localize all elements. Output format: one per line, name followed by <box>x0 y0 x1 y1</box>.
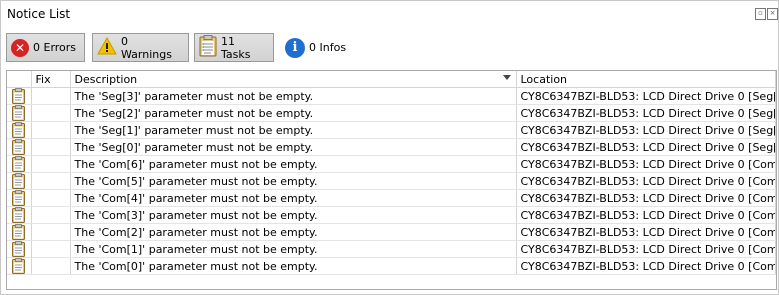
description-cell: The 'Seg[1]' parameter must not be empty… <box>70 121 517 139</box>
location-cell: CY8C6347BZI-BLD53: LCD Direct Drive 0 [C… <box>516 223 776 241</box>
fix-cell[interactable] <box>31 121 71 139</box>
description-cell: The 'Com[1]' parameter must not be empty… <box>70 240 517 258</box>
task-row-icon <box>7 240 32 258</box>
table-row[interactable]: The 'Seg[3]' parameter must not be empty… <box>7 87 776 105</box>
table-row[interactable]: The 'Com[3]' parameter must not be empty… <box>7 206 776 224</box>
fix-cell[interactable] <box>31 223 71 241</box>
column-header-description[interactable]: Description <box>70 71 517 88</box>
notice-list-panel: Notice List ▫ × ✕ 0 Errors 0 Warnings 11 … <box>0 0 779 295</box>
window-buttons: ▫ × <box>754 7 778 20</box>
description-cell: The 'Seg[2]' parameter must not be empty… <box>70 104 517 122</box>
description-cell: The 'Com[0]' parameter must not be empty… <box>70 257 517 275</box>
description-cell: The 'Com[4]' parameter must not be empty… <box>70 189 517 207</box>
task-row-icon <box>7 223 32 241</box>
task-row-icon <box>7 138 32 156</box>
location-cell: CY8C6347BZI-BLD53: LCD Direct Drive 0 [C… <box>516 257 776 275</box>
table-row[interactable]: The 'Com[2]' parameter must not be empty… <box>7 223 776 241</box>
task-row-icon <box>7 206 32 224</box>
table-row[interactable]: The 'Com[5]' parameter must not be empty… <box>7 172 776 190</box>
task-row-icon <box>7 155 32 173</box>
sort-descending-icon <box>502 75 511 80</box>
description-cell: The 'Com[3]' parameter must not be empty… <box>70 206 517 224</box>
location-cell: CY8C6347BZI-BLD53: LCD Direct Drive 0 [S… <box>516 121 776 139</box>
fix-cell[interactable] <box>31 138 71 156</box>
warnings-label: 0 Warnings <box>121 34 172 61</box>
table-header-row: Fix Description Location <box>7 71 776 88</box>
warning-icon <box>97 36 117 58</box>
fix-cell[interactable] <box>31 87 71 105</box>
notice-table: Fix Description Location The 'Seg[3]' pa… <box>6 70 777 290</box>
table-row[interactable]: The 'Com[0]' parameter must not be empty… <box>7 257 776 275</box>
column-header-type[interactable] <box>7 71 32 88</box>
table-row[interactable]: The 'Seg[2]' parameter must not be empty… <box>7 104 776 122</box>
task-row-icon <box>7 172 32 190</box>
column-header-location[interactable]: Location <box>516 71 776 88</box>
table-row[interactable]: The 'Com[6]' parameter must not be empty… <box>7 155 776 173</box>
location-cell: CY8C6347BZI-BLD53: LCD Direct Drive 0 [C… <box>516 240 776 258</box>
table-row[interactable]: The 'Seg[1]' parameter must not be empty… <box>7 121 776 139</box>
description-cell: The 'Com[5]' parameter must not be empty… <box>70 172 517 190</box>
location-cell: CY8C6347BZI-BLD53: LCD Direct Drive 0 [C… <box>516 206 776 224</box>
task-row-icon <box>7 257 32 275</box>
panel-title: Notice List <box>7 7 71 21</box>
description-cell: The 'Seg[3]' parameter must not be empty… <box>70 87 517 105</box>
description-cell: The 'Seg[0]' parameter must not be empty… <box>70 138 517 156</box>
task-icon <box>199 35 217 60</box>
restore-icon[interactable]: ▫ <box>755 8 766 20</box>
infos-filter-button[interactable]: i 0 Infos <box>280 33 360 62</box>
location-cell: CY8C6347BZI-BLD53: LCD Direct Drive 0 [C… <box>516 189 776 207</box>
location-cell: CY8C6347BZI-BLD53: LCD Direct Drive 0 [S… <box>516 104 776 122</box>
fix-cell[interactable] <box>31 257 71 275</box>
errors-filter-button[interactable]: ✕ 0 Errors <box>6 33 85 62</box>
task-row-icon <box>7 189 32 207</box>
location-cell: CY8C6347BZI-BLD53: LCD Direct Drive 0 [C… <box>516 172 776 190</box>
infos-label: 0 Infos <box>309 41 347 54</box>
table-row[interactable]: The 'Seg[0]' parameter must not be empty… <box>7 138 776 156</box>
table-row[interactable]: The 'Com[1]' parameter must not be empty… <box>7 240 776 258</box>
column-header-description-label: Description <box>74 72 138 86</box>
location-cell: CY8C6347BZI-BLD53: LCD Direct Drive 0 [S… <box>516 87 776 105</box>
fix-cell[interactable] <box>31 240 71 258</box>
errors-label: 0 Errors <box>33 41 77 54</box>
table-row[interactable]: The 'Com[4]' parameter must not be empty… <box>7 189 776 207</box>
fix-cell[interactable] <box>31 189 71 207</box>
filter-toolbar: ✕ 0 Errors 0 Warnings 11 Tasks i 0 Infos <box>1 29 778 65</box>
location-cell: CY8C6347BZI-BLD53: LCD Direct Drive 0 [S… <box>516 138 776 156</box>
panel-titlebar: Notice List ▫ × <box>1 1 778 26</box>
warnings-filter-button[interactable]: 0 Warnings <box>92 33 189 62</box>
column-header-fix[interactable]: Fix <box>31 71 71 88</box>
info-icon: i <box>285 37 305 58</box>
error-icon: ✕ <box>11 38 29 57</box>
fix-cell[interactable] <box>31 155 71 173</box>
description-cell: The 'Com[2]' parameter must not be empty… <box>70 223 517 241</box>
close-icon[interactable]: × <box>767 8 778 20</box>
task-row-icon <box>7 87 32 105</box>
tasks-label: 11 Tasks <box>221 34 251 61</box>
tasks-filter-button[interactable]: 11 Tasks <box>194 33 274 62</box>
fix-cell[interactable] <box>31 172 71 190</box>
task-row-icon <box>7 121 32 139</box>
fix-cell[interactable] <box>31 206 71 224</box>
task-row-icon <box>7 104 32 122</box>
description-cell: The 'Com[6]' parameter must not be empty… <box>70 155 517 173</box>
fix-cell[interactable] <box>31 104 71 122</box>
location-cell: CY8C6347BZI-BLD53: LCD Direct Drive 0 [C… <box>516 155 776 173</box>
